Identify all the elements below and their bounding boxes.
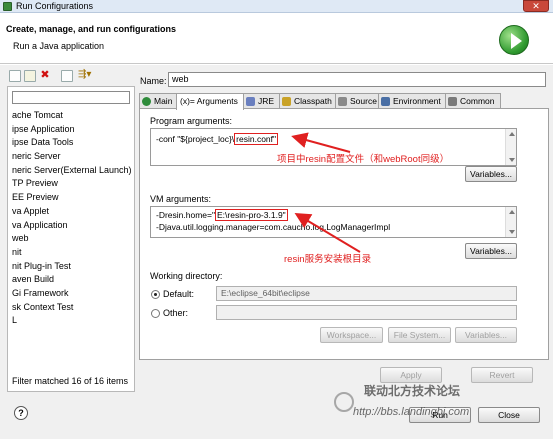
watermark-url: http://bbs.landingbj.com [353,406,470,418]
apply-button[interactable]: Apply [380,367,442,383]
close-button[interactable]: Close [478,407,540,423]
revert-button[interactable]: Revert [471,367,533,383]
program-annotation: 项目中resin配置文件（和webRoot同级） [277,154,450,165]
watermark-text: 联动北方技术论坛 [364,384,461,398]
vm-arrow [294,212,361,253]
tab-arguments-label: (x)= Arguments [180,96,238,106]
watermark-logo [334,392,354,412]
help-icon[interactable]: ? [14,406,28,420]
vm-annotation: resin服务安装根目录 [284,254,372,265]
tab-arguments[interactable]: (x)= Arguments [176,93,244,110]
program-arrow [291,132,351,153]
